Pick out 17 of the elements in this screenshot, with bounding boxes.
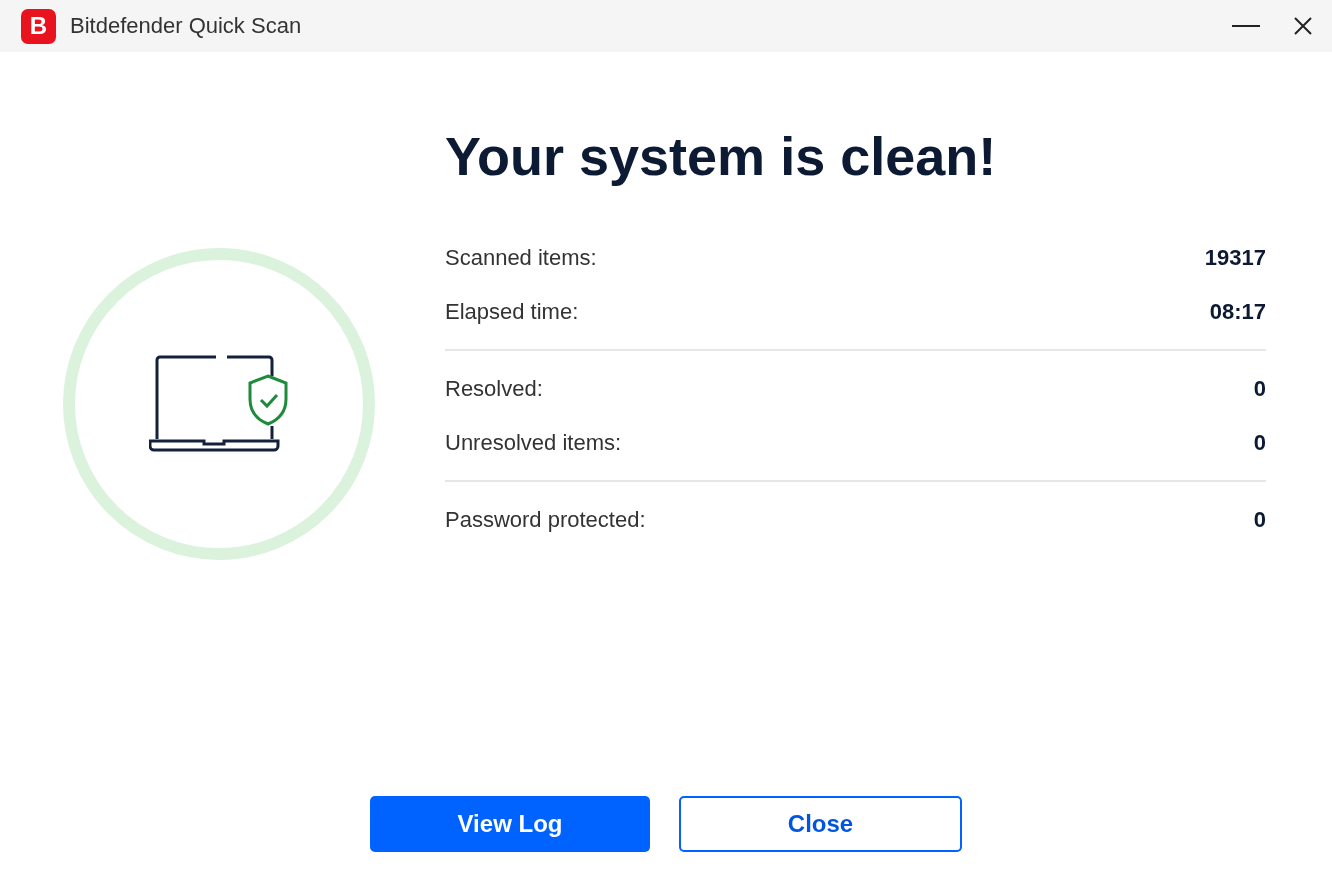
stat-value: 0: [1253, 507, 1266, 533]
stat-label: Unresolved items:: [445, 430, 622, 456]
stat-value: 0: [1253, 430, 1266, 456]
close-icon[interactable]: [1294, 17, 1312, 35]
stat-label: Elapsed time:: [445, 299, 579, 325]
stat-value: 08:17: [1209, 299, 1266, 325]
stat-label: Resolved:: [445, 376, 543, 402]
app-logo: B: [21, 8, 56, 44]
stat-label: Password protected:: [445, 507, 646, 533]
action-button[interactable]: Close: [679, 796, 962, 852]
protected-laptop-icon: [149, 354, 289, 454]
result-heading: Your system is clean!: [445, 125, 998, 188]
stat-value: 19317: [1204, 245, 1266, 271]
stat-label: Scanned items:: [445, 245, 597, 271]
stat-value: 0: [1253, 376, 1266, 402]
window-title: Bitdefender Quick Scan: [70, 13, 302, 39]
action-button[interactable]: View Log: [370, 796, 650, 852]
